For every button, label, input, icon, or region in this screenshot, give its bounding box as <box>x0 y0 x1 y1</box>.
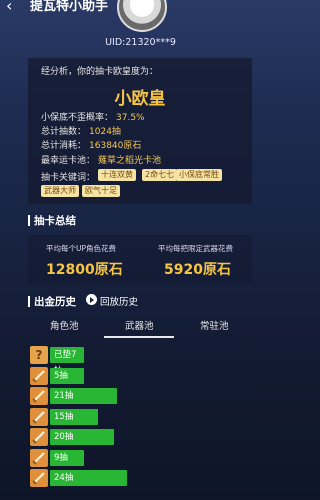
stat-row: 总计抽数： 1024抽 <box>41 124 121 137</box>
keywords-label: 抽卡关键词： <box>41 173 96 183</box>
keyword-tag: 武器大师 <box>41 185 79 197</box>
weapon-icon <box>30 469 48 487</box>
section-marker <box>28 215 30 226</box>
pull-count-bar: 21抽 <box>50 388 118 404</box>
stat-row: 小保底不歪概率： 37.5% <box>41 110 145 123</box>
avg-weapon-label: 平均每把限定武器花费 <box>158 244 233 253</box>
stat-value: 37.5% <box>116 113 145 123</box>
stat-value: 薙草之稻光卡池 <box>98 156 162 166</box>
section-marker <box>28 296 30 307</box>
pull-count-bar: 15抽 <box>50 408 98 425</box>
stat-label: 小保底不歪概率： <box>41 113 114 123</box>
pool-tabs: 角色池 武器池 常驻池 <box>0 318 281 336</box>
uid-label: UID:21320***9 <box>105 37 176 48</box>
keyword-tag: 十连双黄 <box>98 169 136 181</box>
page-title: 提瓦特小助手 <box>30 0 109 14</box>
stat-label: 总计抽数： <box>41 127 87 137</box>
stat-row: 总计消耗： 163840原石 <box>41 138 141 151</box>
pull-count-bar: 20抽 <box>50 429 114 445</box>
weapon-icon <box>30 407 48 426</box>
summary-title: 抽卡总结 <box>34 215 76 227</box>
weapon-icon <box>30 448 48 467</box>
replay-history-button[interactable]: 回放历史 <box>100 294 138 308</box>
avg-up-value: 12800原石 <box>46 262 123 278</box>
stat-value: 163840原石 <box>89 141 142 151</box>
summary-card: 平均每个UP角色花费 12800原石 平均每把限定武器花费 5920原石 <box>28 235 252 283</box>
stat-value: 1024抽 <box>89 127 121 137</box>
stat-label: 总计消耗： <box>41 141 87 151</box>
keyword-tag: 欧气十足 <box>82 185 120 197</box>
pull-count-bar: 9抽 <box>50 449 84 466</box>
question-icon: ? <box>30 346 48 364</box>
analysis-intro: 经分析，你的抽卡欧皇度为： <box>41 67 159 77</box>
tab-weapon-pool[interactable]: 武器池 <box>125 318 154 332</box>
active-tab-indicator <box>104 336 174 338</box>
analysis-card: 经分析，你的抽卡欧皇度为： 小欧皇 小保底不歪概率： 37.5% 总计抽数： 102… <box>28 58 252 204</box>
avg-up-label: 平均每个UP角色花费 <box>46 244 117 253</box>
weapon-icon <box>30 366 48 385</box>
play-icon[interactable] <box>86 294 97 305</box>
pull-count-bar: 已垫7抽 <box>50 347 84 376</box>
pull-count-bar: 5抽 <box>50 367 84 384</box>
weapon-icon <box>30 428 48 446</box>
tab-character-pool[interactable]: 角色池 <box>50 318 79 332</box>
tab-standard-pool[interactable]: 常驻池 <box>200 318 229 332</box>
weapon-icon <box>30 387 48 405</box>
avg-weapon-value: 5920原石 <box>164 262 231 278</box>
history-title: 出金历史 <box>34 296 76 308</box>
stat-row: 最幸运卡池： 薙草之稻光卡池 <box>41 153 161 166</box>
stat-label: 最幸运卡池： <box>41 156 96 166</box>
keyword-tag: 2命七七 <box>142 169 178 181</box>
back-arrow-icon[interactable]: ‹ <box>6 0 12 15</box>
luck-level: 小欧皇 <box>114 89 166 109</box>
keyword-tag: 小保底常胜 <box>176 169 222 181</box>
avatar[interactable] <box>117 0 167 32</box>
pull-count-bar: 24抽 <box>50 470 127 486</box>
